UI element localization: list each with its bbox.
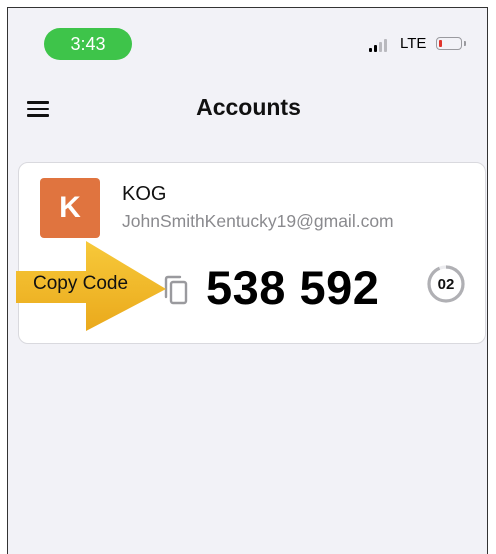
status-time: 3:43: [44, 28, 132, 60]
account-email: JohnSmithKentucky19@gmail.com: [122, 211, 394, 231]
signal-icon: [369, 39, 387, 52]
copy-code-callout-label: Copy Code: [33, 273, 129, 294]
account-avatar: K: [40, 178, 100, 238]
page-title: Accounts: [196, 94, 301, 120]
app-screen: 3:43 LTE Accounts K KOG JohnSmithKentuck…: [7, 7, 488, 554]
otp-code[interactable]: 538 592: [206, 260, 379, 315]
network-label: LTE: [400, 35, 427, 52]
battery-icon: [436, 37, 466, 50]
account-name: KOG: [122, 183, 167, 205]
countdown-timer-seconds: 02: [437, 275, 455, 293]
